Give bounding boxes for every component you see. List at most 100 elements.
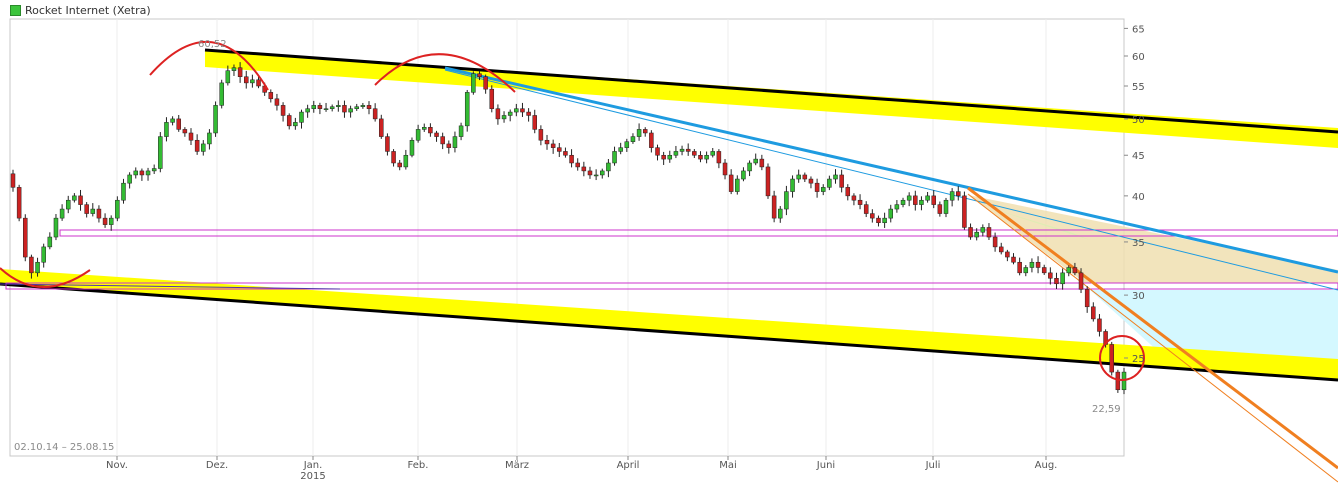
candle-body	[857, 199, 863, 205]
candle-body	[1115, 371, 1121, 391]
candle-body	[96, 208, 102, 219]
y-tick-label: 35	[1132, 238, 1145, 249]
candle-body	[268, 92, 274, 100]
candle-body	[311, 105, 317, 109]
candle-body	[716, 151, 722, 164]
candle-body	[354, 106, 359, 109]
candle-body	[372, 108, 378, 120]
candle-body	[655, 147, 660, 156]
candle-body	[600, 170, 605, 176]
candle-body	[366, 105, 372, 109]
candle-body	[882, 217, 887, 224]
x-tick-label: Dez.	[206, 460, 228, 471]
candle-body	[139, 170, 145, 176]
candle-body	[115, 199, 120, 219]
candle-body	[906, 195, 912, 201]
candle-body	[41, 246, 46, 263]
candle-body	[550, 143, 556, 148]
candle-body	[440, 136, 445, 145]
candle-body	[78, 195, 83, 205]
candle-body	[483, 76, 488, 90]
x-tick-label: April	[617, 460, 640, 471]
candle-body	[342, 105, 347, 113]
candle-body	[409, 139, 415, 156]
candle-body	[1035, 261, 1041, 268]
candle-body	[747, 162, 752, 172]
candle-body	[845, 187, 851, 197]
candle-body	[23, 217, 28, 258]
candle-body	[219, 82, 224, 106]
candle-body	[1017, 261, 1022, 274]
candle-body	[557, 147, 562, 152]
candle-body	[403, 154, 409, 168]
candle-body	[16, 187, 22, 219]
candle-body	[649, 132, 654, 148]
candle-body	[870, 213, 875, 219]
x-tick-label: Juni	[816, 460, 835, 471]
candle-body	[704, 154, 709, 160]
candle-body	[863, 204, 869, 214]
candle-body	[618, 147, 623, 152]
candle-body	[679, 148, 685, 152]
candle-body	[808, 178, 814, 184]
candle-body	[876, 217, 881, 224]
candle-body	[728, 174, 734, 192]
candle-body	[360, 105, 366, 107]
candle-body	[231, 67, 237, 71]
candle-body	[636, 129, 642, 137]
candle-body	[207, 132, 212, 145]
candle-body	[286, 115, 292, 127]
candle-body	[65, 199, 71, 210]
candle-body	[501, 115, 507, 120]
candle-body	[1072, 267, 1078, 274]
candle-body	[784, 191, 789, 210]
candle-body	[151, 168, 157, 172]
candle-body	[998, 246, 1004, 253]
low-annotation: 22,59	[1092, 404, 1121, 415]
candle-body	[765, 166, 771, 197]
candle-body	[980, 227, 986, 233]
x-axis: Nov. Dez. Jan.2015 Feb. März April Mai Juni Juli…	[106, 456, 1057, 482]
candle-body	[937, 204, 943, 214]
candle-body	[434, 132, 439, 137]
candle-body	[274, 98, 280, 106]
candle-body	[722, 162, 728, 176]
candle-body	[280, 105, 286, 116]
candle-body	[102, 217, 108, 225]
candle-body	[514, 108, 519, 113]
candle-body	[661, 154, 666, 160]
y-tick-label: 50	[1132, 115, 1145, 126]
candle-body	[943, 199, 949, 214]
candle-body	[495, 108, 501, 120]
candle-body	[176, 118, 181, 130]
candle-body	[348, 108, 353, 113]
candle-body	[317, 105, 323, 109]
candle-body	[796, 174, 801, 180]
candle-body	[1091, 306, 1096, 320]
candle-body	[581, 166, 587, 172]
x-tick-label: Aug.	[1035, 460, 1058, 471]
candle-body	[293, 122, 298, 127]
candle-body	[1109, 344, 1114, 373]
x-tick-label: Nov.	[106, 460, 128, 471]
candle-body	[1060, 272, 1065, 285]
candle-body	[127, 174, 132, 184]
high-annotation: 60,52	[198, 39, 227, 50]
candle-body	[53, 217, 59, 238]
candle-body	[170, 118, 175, 123]
candle-body	[489, 88, 495, 109]
candle-body	[919, 199, 924, 205]
candle-body	[477, 73, 482, 77]
candle-body	[839, 174, 844, 188]
candle-body	[243, 76, 249, 84]
candle-body	[563, 151, 568, 156]
candle-body	[624, 141, 630, 148]
candle-body	[802, 174, 808, 180]
candle-body	[59, 208, 65, 219]
candle-body	[968, 227, 973, 238]
candle-body	[814, 182, 820, 192]
candle-body	[569, 154, 574, 164]
candle-body	[164, 122, 169, 137]
candle-body	[992, 236, 998, 248]
candle-body	[956, 191, 961, 197]
